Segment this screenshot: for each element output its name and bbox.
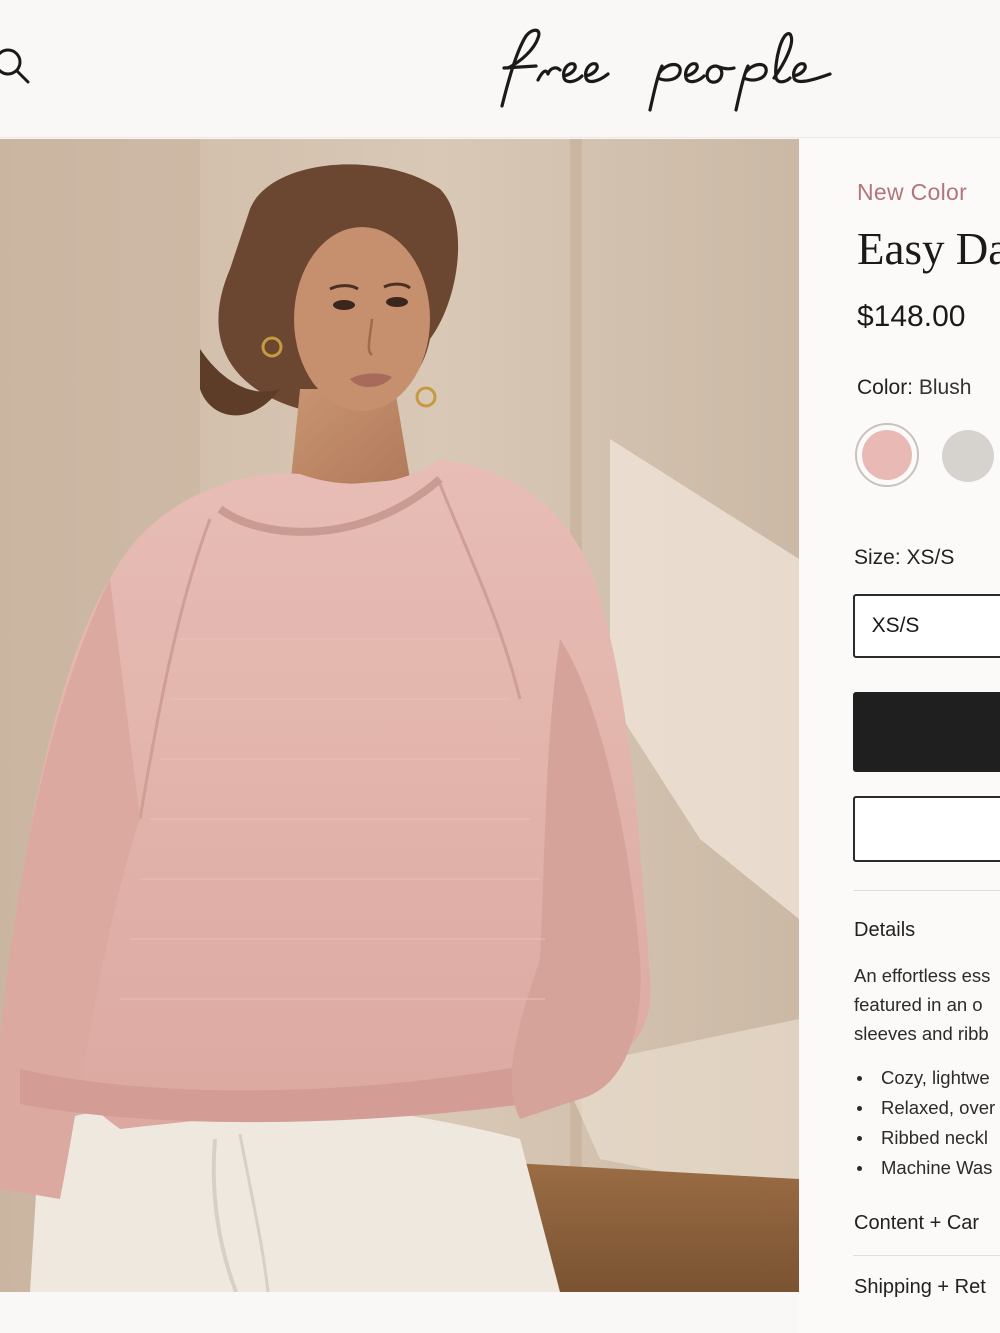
swatch-blush-fill bbox=[862, 430, 912, 480]
size-label-text: Size: bbox=[854, 546, 901, 569]
product-price: $148.00 bbox=[857, 300, 966, 333]
description-line: featured in an o bbox=[854, 994, 983, 1015]
product-info-panel: New Color Easy Da $148.00 Color: Blush S… bbox=[799, 139, 1000, 1333]
color-value: Blush bbox=[918, 376, 972, 399]
color-label: Color: Blush bbox=[857, 376, 971, 400]
bullet-item: Cozy, lightwe bbox=[854, 1063, 995, 1093]
product-title: Easy Da bbox=[857, 224, 1000, 274]
size-value: XS/S bbox=[906, 546, 955, 569]
search-icon[interactable] bbox=[0, 40, 34, 88]
description-line: An effortless ess bbox=[854, 965, 991, 986]
details-bullets: Cozy, lightwe Relaxed, over Ribbed neckl… bbox=[854, 1063, 995, 1183]
add-to-bag-button[interactable] bbox=[853, 692, 1000, 772]
color-label-text: Color: bbox=[857, 376, 914, 399]
swatch-heather-grey[interactable] bbox=[942, 430, 994, 482]
description-line: sleeves and ribb bbox=[854, 1023, 989, 1044]
size-option-label: XS/S bbox=[871, 614, 920, 637]
size-label: Size: XS/S bbox=[854, 546, 954, 570]
divider bbox=[853, 890, 1000, 891]
divider bbox=[853, 1255, 1000, 1256]
size-option-xs-s[interactable]: XS/S bbox=[853, 594, 1000, 658]
secondary-action-button[interactable] bbox=[853, 796, 1000, 862]
brand-logo[interactable] bbox=[490, 22, 870, 114]
swatch-blush[interactable] bbox=[855, 423, 919, 487]
content-care-accordion[interactable]: Content + Car bbox=[854, 1212, 979, 1235]
shipping-returns-accordion[interactable]: Shipping + Ret bbox=[854, 1276, 986, 1299]
details-description: An effortless ess featured in an o sleev… bbox=[854, 961, 990, 1048]
bullet-item: Relaxed, over bbox=[854, 1093, 995, 1123]
bullet-item: Ribbed neckl bbox=[854, 1123, 995, 1153]
bullet-item: Machine Was bbox=[854, 1153, 995, 1183]
new-color-badge: New Color bbox=[857, 179, 968, 205]
site-header bbox=[0, 0, 1000, 138]
details-heading: Details bbox=[854, 919, 916, 941]
product-image[interactable] bbox=[0, 139, 799, 1292]
